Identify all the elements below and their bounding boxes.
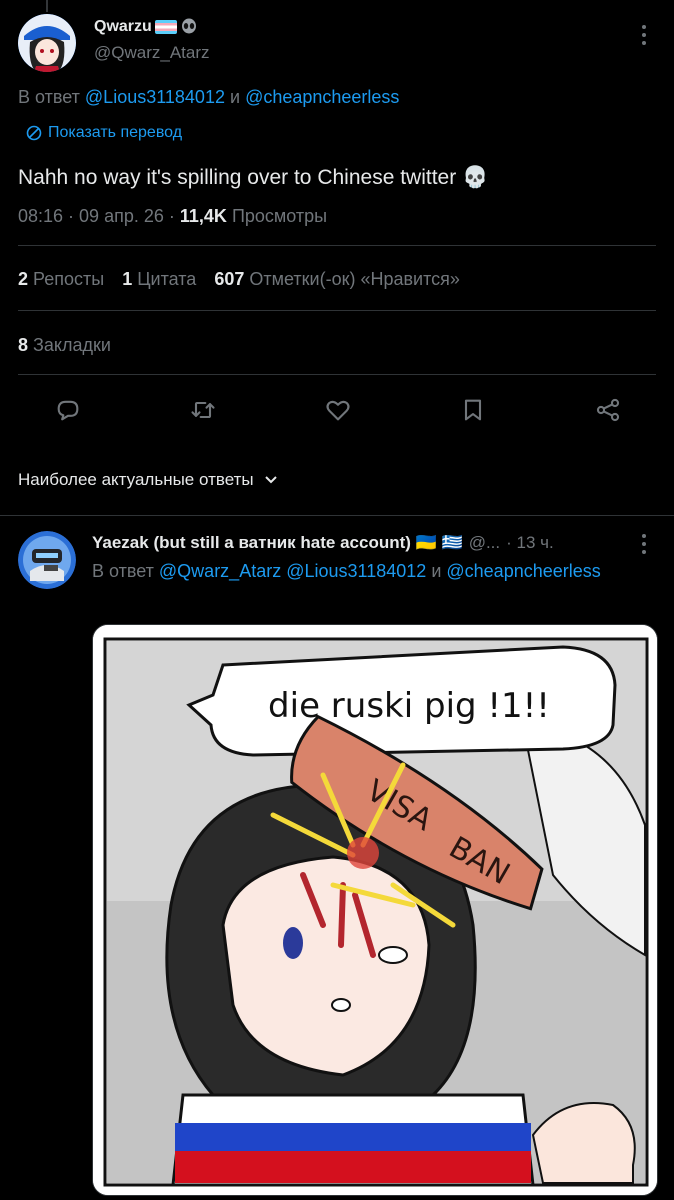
author-handle[interactable]: @Qwarz_Atarz — [94, 43, 210, 63]
divider — [18, 245, 656, 246]
share-icon[interactable] — [588, 390, 628, 430]
retweet-icon[interactable] — [183, 390, 223, 430]
reply-to-line: В ответ @Lious31184012 и @cheapncheerles… — [18, 87, 400, 107]
mention-link[interactable]: @Lious31184012 — [85, 87, 225, 107]
thread-connector-line — [46, 0, 48, 12]
author-avatar[interactable] — [18, 14, 76, 72]
trans-flag-icon — [154, 20, 177, 34]
bookmarks-stat[interactable]: 8 Закладки — [18, 335, 111, 356]
comic-illustration: die ruski pig !1!! VISA BAN — [93, 625, 657, 1195]
show-translation-link[interactable]: Показать перевод — [26, 124, 182, 142]
likes-stat[interactable]: 607 Отметки(-ок) «Нравится» — [214, 269, 460, 290]
bookmark-icon[interactable] — [453, 390, 493, 430]
views-label: Просмотры — [231, 206, 328, 226]
engagement-stats: 2 Репосты 1 Цитата 607 Отметки(-ок) «Нра… — [18, 269, 460, 290]
translate-icon — [26, 125, 42, 141]
reply-author-name[interactable]: Yaezak (but still a ватник hate account)… — [92, 533, 463, 553]
divider — [0, 515, 674, 516]
speech-text: die ruski pig !1!! — [268, 686, 550, 726]
tweet-timestamp[interactable]: 08:16 · 09 апр. 26 · — [18, 206, 175, 226]
more-options-icon[interactable] — [641, 24, 653, 48]
reply-author-handle[interactable]: @... — [469, 533, 500, 553]
author-display-name[interactable]: Qwarzu — [94, 18, 152, 36]
views-count: 11,4K — [179, 206, 227, 226]
reply-author-avatar[interactable] — [18, 531, 76, 589]
mention-link[interactable]: @Lious31184012 — [286, 561, 426, 581]
reposts-stat[interactable]: 2 Репосты — [18, 269, 104, 290]
quotes-stat[interactable]: 1 Цитата — [122, 269, 196, 290]
reply-media-image[interactable]: die ruski pig !1!! VISA BAN — [92, 624, 658, 1196]
mention-link[interactable]: @cheapncheerless — [446, 561, 600, 581]
tweet-text: Nahh no way it's spilling over to Chines… — [18, 166, 489, 189]
divider — [18, 374, 656, 375]
tweet-meta: 08:16 · 09 апр. 26 · 11,4K Просмотры — [18, 206, 327, 227]
mention-link[interactable]: @Qwarz_Atarz — [159, 561, 281, 581]
reply-timestamp[interactable]: · 13 ч. — [506, 533, 554, 553]
reply-avatar-image — [18, 531, 76, 589]
replies-sort-dropdown[interactable]: Наиболее актуальные ответы — [18, 470, 278, 490]
reply-to-line: В ответ @Qwarz_Atarz @Lious31184012 и @c… — [92, 561, 601, 581]
mention-link[interactable]: @cheapncheerless — [245, 87, 399, 107]
reply-icon[interactable] — [48, 390, 88, 430]
like-icon[interactable] — [318, 390, 358, 430]
reply-more-options-icon[interactable] — [641, 533, 653, 557]
alien-icon — [181, 18, 196, 34]
chevron-down-icon — [264, 476, 277, 484]
divider — [18, 310, 656, 311]
author-avatar-image — [18, 14, 76, 72]
action-bar — [48, 390, 628, 430]
